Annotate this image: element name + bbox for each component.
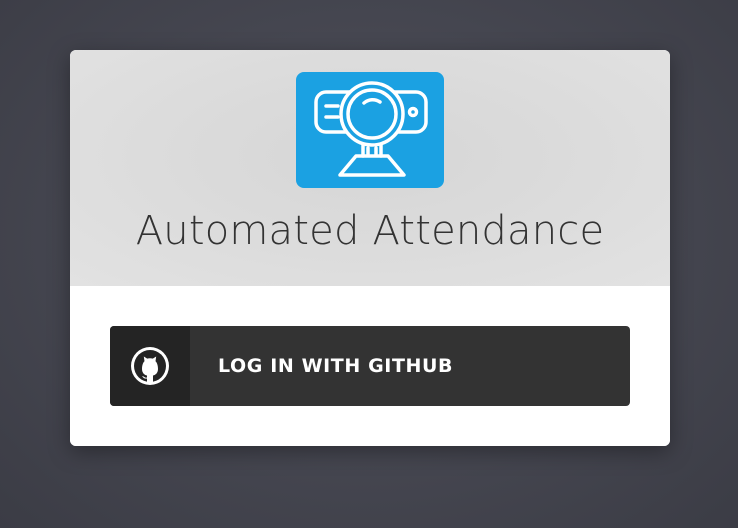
github-login-button[interactable]: LOG IN WITH GITHUB [110,326,630,406]
github-login-label: LOG IN WITH GITHUB [218,355,454,377]
github-icon-box [110,326,190,406]
login-card: Automated Attendance LOG IN WITH GITHUB [70,50,670,446]
app-title: Automated Attendance [135,208,605,254]
card-body: LOG IN WITH GITHUB [70,286,670,446]
app-logo [296,72,444,188]
webcam-icon [314,81,428,177]
github-icon [131,347,169,385]
card-header: Automated Attendance [70,50,670,286]
